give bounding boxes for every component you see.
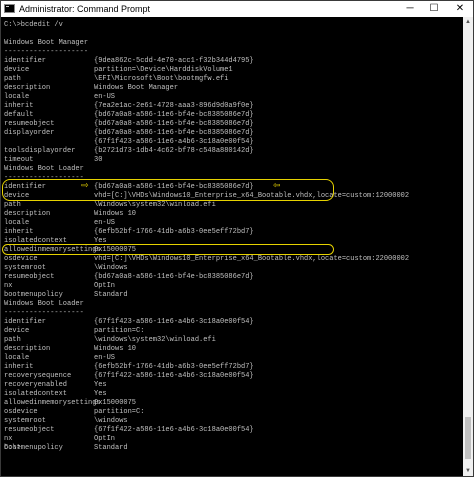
arrow-right-icon: ⇨ [81, 181, 89, 191]
bcd-key: locale [4, 219, 30, 227]
bcd-value: partition=C: [94, 327, 145, 335]
bcd-value: \EFI\Microsoft\Boot\bootmgfw.efi [94, 75, 229, 83]
bcd-key: resumeobject [4, 273, 55, 281]
bcd-value: {bd67a0a8-a586-11e6-bf4e-bc8385086e7d} [94, 111, 254, 119]
section-title: Windows Boot Loader [4, 300, 84, 308]
bcd-value: {bd67a0a8-a586-11e6-bf4e-bc8385086e7d} [94, 129, 254, 137]
bcd-key: path [4, 201, 21, 209]
scrollbar-thumb[interactable] [465, 417, 471, 459]
bcd-value: vhd=[C:]\VHDs\Windows10_Enterprise_x64_B… [94, 255, 410, 263]
scroll-down-icon[interactable]: ▼ [463, 466, 473, 476]
bcd-key: description [4, 345, 51, 353]
bcd-value: Yes [94, 381, 107, 389]
bcd-key: description [4, 210, 51, 218]
bcd-key: description [4, 84, 51, 92]
bcd-value: 30 [94, 156, 103, 164]
bcd-value: Standard [94, 291, 128, 299]
bcd-key: osdevice [4, 255, 38, 263]
bcd-value: partition=C: [94, 408, 145, 416]
highlight-osdevice-oval [2, 244, 334, 255]
bcd-value: 0x15000075 [94, 399, 137, 407]
bcd-key: locale [4, 354, 30, 362]
bcd-key: bootmenupolicy [4, 291, 63, 299]
vertical-scrollbar[interactable]: ▲ ▼ [463, 17, 473, 476]
bcd-key: path [4, 75, 21, 83]
title-bar[interactable]: Administrator: Command Prompt ─ ☐ ✕ [1, 1, 473, 17]
section-title: Windows Boot Loader [4, 165, 84, 173]
bcd-value: Windows 10 [94, 345, 137, 353]
window-title: Administrator: Command Prompt [19, 4, 151, 14]
bcd-key: path [4, 336, 21, 344]
bcd-key: inherit [4, 228, 34, 236]
bcd-value: {b2721d73-1db4-4c62-bf78-c548a880142d} [94, 147, 254, 155]
bcd-value: \Windows [94, 264, 128, 272]
bcd-key: resumeobject [4, 426, 55, 434]
bcd-value: {6efb52bf-1766-41db-a6b3-0ee5eff72bd7} [94, 228, 254, 236]
bcd-key: recoverysequence [4, 372, 72, 380]
bcd-value: en-US [94, 219, 116, 227]
section-title: Windows Boot Manager [4, 39, 89, 47]
bcd-value: {bd67a0a8-a586-11e6-bf4e-bc8385086e7d} [94, 120, 254, 128]
bcd-value: \Windows\system32\winload.efi [94, 201, 216, 209]
bcd-key: default [4, 111, 34, 119]
bcd-key: inherit [4, 102, 34, 110]
bcd-value: Windows Boot Manager [94, 84, 179, 92]
bcd-key: identifier [4, 57, 47, 65]
bcd-value: {7ea2e1ac-2e61-4728-aaa3-896d9d0a9f0e} [94, 102, 254, 110]
command-prompt-line: C:\> [4, 444, 21, 452]
section-separator: ------------------- [4, 309, 84, 317]
bcd-key: osdevice [4, 408, 38, 416]
bcd-value: OptIn [94, 435, 116, 443]
bcd-key: recoveryenabled [4, 381, 68, 389]
bcd-key: device [4, 327, 30, 335]
section-separator: -------------------- [4, 48, 89, 56]
bcd-value: Windows 10 [94, 210, 137, 218]
bcd-key: displayorder [4, 129, 55, 137]
bcd-value: {bd67a0a8-a586-11e6-bf4e-bc8385086e7d} [94, 273, 254, 281]
bcd-key: systemroot [4, 417, 47, 425]
bcd-value: {9dea862c-5cdd-4e70-acc1-f32b344d4795} [94, 57, 254, 65]
bcd-value: partition=\Device\HarddiskVolume1 [94, 66, 233, 74]
bcd-value: OptIn [94, 282, 116, 290]
bcd-value: Standard [94, 444, 128, 452]
bcd-key: isolatedcontext [4, 390, 68, 398]
bcd-key: locale [4, 93, 30, 101]
scroll-up-icon[interactable]: ▲ [463, 17, 473, 27]
bcd-value: en-US [94, 354, 116, 362]
bcd-key: nx [4, 282, 13, 290]
maximize-button[interactable]: ☐ [423, 1, 445, 17]
command-prompt-icon [4, 4, 15, 13]
bcd-key: allowedinmemorysettings [4, 399, 101, 407]
bcd-value: \windows\system32\winload.efi [94, 336, 216, 344]
arrow-left-icon: ⇦ [273, 181, 281, 191]
bcd-value: Yes [94, 390, 107, 398]
bcd-value: {67f1f423-a586-11e6-a4b6-3c18a0e00f54} [94, 318, 254, 326]
bcd-value: {67f1f423-a586-11e6-a4b6-3c18a0e00f54} [94, 138, 254, 146]
bcd-key: timeout [4, 156, 34, 164]
bcd-key: nx [4, 435, 13, 443]
bcd-key: resumeobject [4, 120, 55, 128]
command-prompt-window: Administrator: Command Prompt ─ ☐ ✕ C:\>… [0, 0, 474, 477]
console-output[interactable]: C:\>bcdedit /v Windows Boot Manager ----… [1, 17, 462, 476]
bcd-value: {67f1f422-a586-11e6-a4b6-3c18a0e00f54} [94, 372, 254, 380]
bcd-key: device [4, 66, 30, 74]
minimize-button[interactable]: ─ [399, 1, 421, 17]
bcd-key: identifier [4, 318, 47, 326]
command-line: C:\>bcdedit /v [4, 21, 63, 29]
close-button[interactable]: ✕ [449, 1, 471, 17]
bcd-value: {67f1f422-a586-11e6-a4b6-3c18a0e00f54} [94, 426, 254, 434]
bcd-key: inherit [4, 363, 34, 371]
bcd-value: {6efb52bf-1766-41db-a6b3-0ee5eff72bd7} [94, 363, 254, 371]
bcd-value: en-US [94, 93, 116, 101]
bcd-key: toolsdisplayorder [4, 147, 76, 155]
highlight-device-oval [2, 179, 334, 201]
bcd-key: systemroot [4, 264, 47, 272]
bcd-value: \windows [94, 417, 128, 425]
